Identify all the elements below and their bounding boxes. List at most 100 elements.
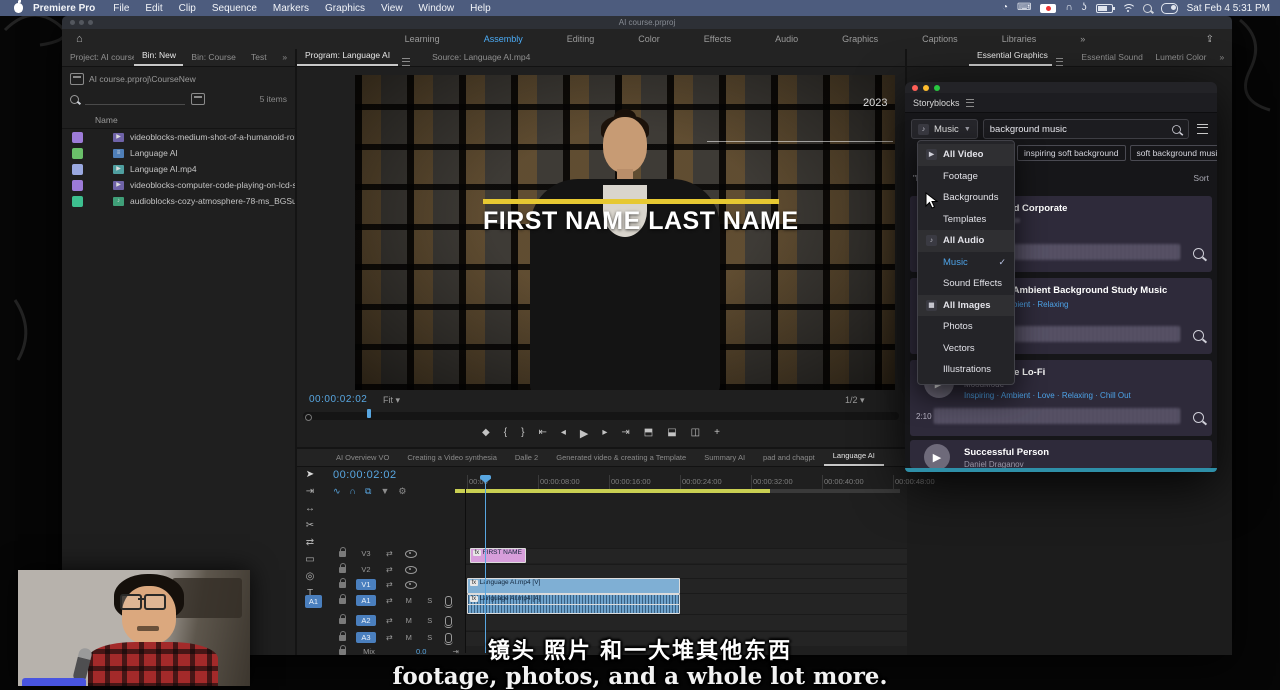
nest-toggle-icon[interactable]: ∿ [333,486,341,497]
timeline-marker-icon[interactable]: ▼ [380,486,389,497]
headphones-icon[interactable]: ∩ [1065,3,1072,13]
slip-tool[interactable]: ⇄ [306,537,314,548]
tab-source-language-ai[interactable]: Source: Language AI.mp4 [424,49,538,66]
program-timecode[interactable]: 00:00:02:02 [309,394,367,405]
workspace-tab-effects[interactable]: Effects [682,31,753,47]
dd-all-audio[interactable]: ♪All Audio [918,230,1014,252]
tab-essential-graphics[interactable]: Essential Graphics [969,47,1052,66]
seq-tab-pad-chatgpt[interactable]: pad and chagpt [754,450,824,466]
project-row-2[interactable]: ≡ Language AI [62,145,295,161]
workspace-tab-audio[interactable]: Audio [753,31,820,47]
menu-markers[interactable]: Markers [265,3,317,14]
zoom-fit-dropdown[interactable]: Fit ▾ [383,395,400,406]
maximize-icon[interactable] [934,85,940,91]
time-machine-icon[interactable]: ◔ [1002,3,1008,13]
seq-tab-creating-video[interactable]: Creating a Video synthesia [398,450,506,466]
sort-dropdown[interactable]: Sort [1193,173,1209,183]
sync-lock-icon[interactable]: ⇄ [386,549,393,558]
tab-project-ai-course[interactable]: Project: AI course [62,49,134,66]
sync-lock-icon[interactable]: ⇄ [386,580,393,589]
timeline-timecode[interactable]: 00:00:02:02 [333,469,397,481]
program-scrubber[interactable] [303,412,899,420]
solo-button[interactable]: S [425,616,435,625]
seq-tab-dalle2[interactable]: Dalle 2 [506,450,547,466]
sequence-work-bar[interactable] [455,489,770,493]
minimize-icon[interactable] [923,85,929,91]
lift-button[interactable]: ⬒ [644,427,653,440]
lock-icon[interactable] [339,582,346,588]
track-v2-bed[interactable] [466,564,907,578]
sync-lock-icon[interactable]: ⇄ [386,596,393,605]
window-traffic-lights[interactable] [70,20,93,25]
menu-file[interactable]: File [105,3,137,14]
menubar-clock[interactable]: Sat Feb 4 5:31 PM [1187,3,1270,14]
menu-edit[interactable]: Edit [137,3,170,14]
result-tags[interactable]: Inspiring · Ambient · Love · Relaxing · … [964,391,1131,400]
workspace-tab-libraries[interactable]: Libraries [980,31,1059,47]
play-button[interactable]: ▶ [580,427,588,440]
tab-essential-sound[interactable]: Essential Sound [1073,49,1147,66]
close-icon[interactable] [912,85,918,91]
seq-tab-language-ai[interactable]: Language AI [824,448,884,466]
tab-bin-new[interactable]: Bin: New [134,47,183,66]
hand-tool[interactable]: ◎ [306,571,315,582]
track-visibility-icon[interactable] [405,566,417,574]
audio-source-patch-a1[interactable]: A1 [305,595,322,608]
hamburger-menu-icon[interactable] [1197,124,1208,134]
project-tabs-overflow[interactable]: » [274,49,295,66]
workspace-tab-captions[interactable]: Captions [900,31,980,47]
track-name-a2[interactable]: A2 [356,615,376,626]
result-artist[interactable]: Daniel Draganov [964,460,1024,468]
button-editor-button[interactable]: + [714,427,720,440]
timeline-settings-icon[interactable]: ⚙ [398,486,406,497]
label-color-chip[interactable] [72,132,83,143]
step-back-button[interactable]: ◂ [561,427,566,440]
tab-bin-course[interactable]: Bin: Course [183,49,243,66]
workspace-tab-graphics[interactable]: Graphics [820,31,900,47]
label-color-chip[interactable] [72,196,83,207]
menu-graphics[interactable]: Graphics [317,3,373,14]
tab-test[interactable]: Test [243,49,274,66]
menu-clip[interactable]: Clip [171,3,204,14]
lock-icon[interactable] [339,598,346,604]
workspace-tab-assembly[interactable]: Assembly [462,31,545,47]
linked-selection-icon[interactable]: ⧉ [365,486,371,497]
dd-photos[interactable]: Photos [918,316,1014,338]
go-to-in-button[interactable]: ⇤ [538,427,546,440]
result-row-4[interactable]: ▶ Successful Person Daniel Draganov [910,440,1212,468]
project-row-1[interactable]: ▶ videoblocks-medium-shot-of-a-humanoid-… [62,129,295,145]
menu-window[interactable]: Window [411,3,463,14]
right-tabs-overflow[interactable]: » [1212,49,1232,66]
panel-menu-icon[interactable] [966,99,974,107]
selection-tool[interactable]: ➤ [306,469,314,480]
storyblocks-search-input[interactable] [990,124,1166,135]
lock-icon[interactable] [339,551,346,557]
result-title[interactable]: Successful Person [964,447,1049,458]
apple-menu-icon[interactable] [14,3,23,13]
snap-icon[interactable]: ∩ [350,486,356,497]
screen-record-icon[interactable] [1040,4,1056,13]
mute-button[interactable]: M [404,616,414,625]
chip-soft-background-music[interactable]: soft background music [1130,145,1217,161]
solo-button[interactable]: S [425,596,435,605]
track-v3-bed[interactable] [466,548,907,563]
storyblocks-search-box[interactable] [983,119,1189,139]
workspace-overflow-chevron[interactable]: » [1058,31,1107,47]
play-icon[interactable]: ▶ [924,444,950,468]
add-marker-button[interactable]: ◆ [482,427,490,440]
track-visibility-icon[interactable] [405,581,417,589]
project-search-input[interactable] [85,94,185,105]
lock-icon[interactable] [339,567,346,573]
dd-illustrations[interactable]: Illustrations [918,359,1014,381]
tab-storyblocks[interactable]: Storyblocks [913,98,960,108]
dd-footage[interactable]: Footage [918,166,1014,188]
panel-menu-icon[interactable] [1056,58,1064,66]
battery-icon[interactable] [1096,4,1113,13]
go-to-out-button[interactable]: ⇥ [621,427,629,440]
seq-tab-generated-video[interactable]: Generated video & creating a Template [547,450,695,466]
find-similar-icon[interactable] [1193,328,1204,346]
project-breadcrumb[interactable]: AI course.prproj\CourseNew [62,67,295,87]
graphic-clip-first-name[interactable]: fxFIRST NAME [470,548,526,563]
track-name-v2[interactable]: V2 [356,565,376,574]
label-color-chip[interactable] [72,164,83,175]
